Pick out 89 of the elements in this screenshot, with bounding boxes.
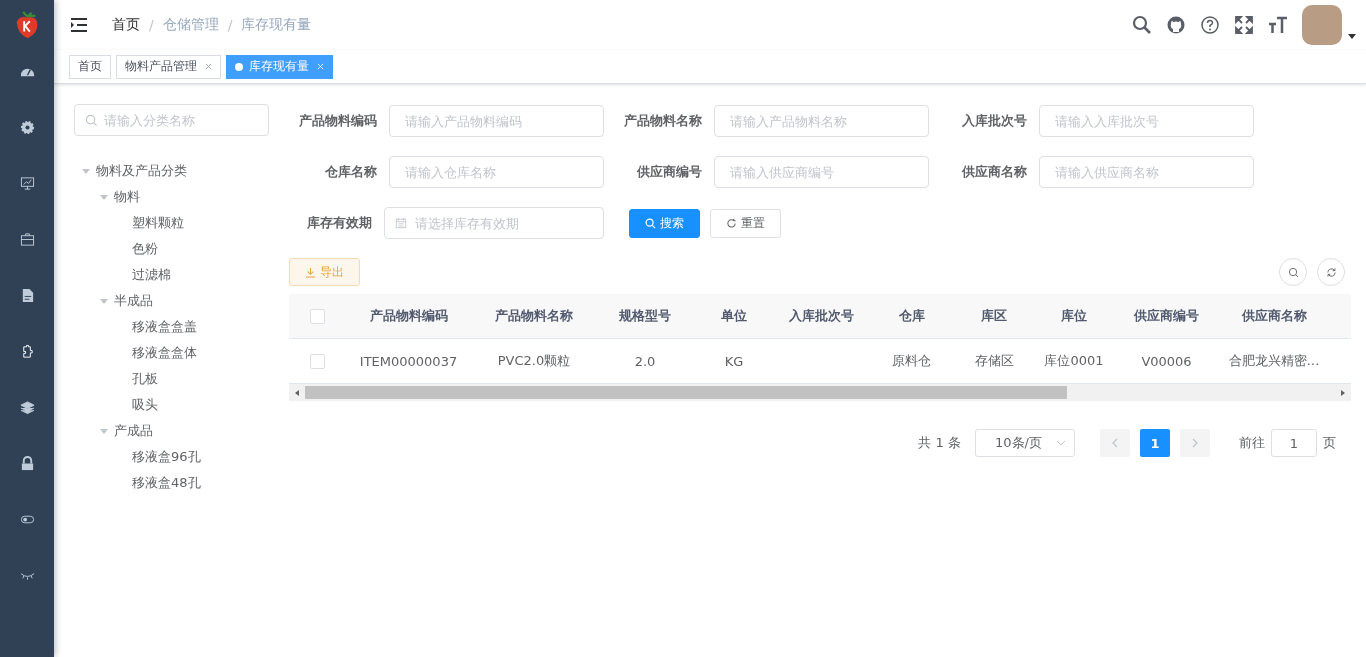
settings-icon[interactable] bbox=[19, 120, 35, 135]
tree-item[interactable]: 过滤棉 bbox=[110, 262, 269, 288]
goto-label: 前往 bbox=[1239, 434, 1265, 452]
table-cell: 库位0001 bbox=[1044, 352, 1104, 370]
column-header: 库位 bbox=[1061, 307, 1087, 325]
dot-icon bbox=[235, 62, 243, 71]
menu-icon[interactable] bbox=[70, 17, 88, 33]
help-icon[interactable] bbox=[1200, 15, 1220, 35]
scroll-right-icon[interactable] bbox=[1340, 389, 1346, 396]
tree-item[interactable]: 色粉 bbox=[110, 236, 269, 262]
tree-item[interactable]: 塑料颗粒 bbox=[110, 210, 269, 236]
breadcrumb-item[interactable]: 首页 bbox=[112, 16, 140, 34]
table-cell: 存储区 bbox=[974, 352, 1014, 370]
column-header: 单位 bbox=[721, 307, 747, 325]
github-icon[interactable] bbox=[1166, 15, 1186, 35]
field-label: 供应商名称 bbox=[960, 163, 1027, 181]
chevron-down-icon bbox=[1055, 440, 1066, 446]
lock-icon[interactable] bbox=[19, 456, 35, 471]
calendar-icon bbox=[395, 217, 407, 229]
tab[interactable]: 首页 bbox=[69, 54, 111, 79]
horizontal-scrollbar[interactable] bbox=[289, 384, 1351, 401]
toolbox-icon[interactable] bbox=[19, 232, 35, 247]
tree-item[interactable]: 移液盒48孔 bbox=[110, 470, 269, 496]
input-field[interactable]: 请输入供应商编号 bbox=[714, 156, 929, 188]
search-toggle-button[interactable] bbox=[1279, 258, 1307, 286]
search-field[interactable]: 请输入分类名称 bbox=[74, 104, 269, 136]
table-cell: KG bbox=[724, 353, 744, 369]
table-cell: PVC2.0颗粒 bbox=[497, 352, 571, 370]
tree-item[interactable]: 物料及产品分类 bbox=[74, 158, 269, 184]
search-icon[interactable] bbox=[1132, 15, 1152, 35]
table-cell: 2.0 bbox=[634, 353, 656, 369]
refresh-icon bbox=[1325, 266, 1337, 278]
field-label: 产品物料编码 bbox=[298, 112, 377, 130]
column-header: 供应商名称 bbox=[1241, 307, 1307, 325]
layers-icon[interactable] bbox=[19, 400, 35, 415]
tree-item[interactable]: 物料 bbox=[92, 184, 269, 210]
tree-item[interactable]: 移液盒96孔 bbox=[110, 444, 269, 470]
table-cell: 原料仓 bbox=[892, 352, 931, 370]
breadcrumb-item: 库存现有量 bbox=[241, 16, 312, 34]
breadcrumb-separator: / bbox=[227, 17, 233, 33]
table-cell: 合肥龙兴精密… bbox=[1228, 352, 1320, 370]
page-size-select[interactable]: 10条/页 bbox=[975, 429, 1075, 457]
tab[interactable]: 物料产品管理 bbox=[116, 54, 221, 79]
download-icon bbox=[305, 266, 316, 278]
column-header: 规格型号 bbox=[619, 307, 671, 325]
checkbox[interactable] bbox=[309, 353, 325, 369]
checkbox[interactable] bbox=[309, 308, 325, 324]
search-icon bbox=[645, 217, 656, 229]
input-field[interactable]: 请输入仓库名称 bbox=[389, 156, 604, 188]
field-label: 入库批次号 bbox=[961, 112, 1027, 130]
column-header: 仓库 bbox=[898, 307, 925, 325]
column-header: 产品物料编码 bbox=[369, 307, 448, 325]
tree-item[interactable]: 半成品 bbox=[92, 288, 269, 314]
chevron-right-icon bbox=[1192, 438, 1198, 448]
breadcrumb-separator: / bbox=[149, 17, 154, 33]
chevron-left-icon bbox=[1112, 438, 1118, 448]
column-header: 产品物料名称 bbox=[495, 307, 573, 325]
caret-icon[interactable] bbox=[1348, 33, 1356, 39]
total-count: 共 1 条 bbox=[918, 434, 961, 452]
input-field[interactable]: 请输入产品物料名称 bbox=[714, 105, 929, 137]
refresh-icon bbox=[726, 217, 737, 229]
search-icon bbox=[85, 114, 98, 127]
input-field[interactable]: 请输入入库批次号 bbox=[1039, 105, 1254, 137]
tree-item[interactable]: 移液盒盒盖 bbox=[110, 314, 269, 340]
table-cell: V00006 bbox=[1141, 353, 1192, 369]
field-label: 库存有效期 bbox=[306, 214, 372, 232]
fullscreen-icon[interactable] bbox=[1234, 15, 1254, 35]
column-header: 库区 bbox=[981, 307, 1007, 325]
font-size-icon[interactable] bbox=[1268, 15, 1288, 35]
tree-item[interactable]: 产成品 bbox=[92, 418, 269, 444]
input-field[interactable]: 请输入供应商名称 bbox=[1039, 156, 1254, 188]
monitor-icon[interactable] bbox=[19, 176, 35, 191]
table-cell: ITEM00000037 bbox=[359, 353, 458, 369]
page-number-field[interactable]: 1 bbox=[1271, 429, 1317, 457]
avatar-photo-placeholder[interactable] bbox=[1302, 5, 1342, 45]
field-label: 仓库名称 bbox=[324, 163, 377, 181]
tree-item[interactable]: 孔板 bbox=[110, 366, 269, 392]
input-field[interactable]: 请输入产品物料编码 bbox=[389, 105, 604, 137]
search-icon bbox=[1287, 266, 1299, 278]
field-label: 供应商编号 bbox=[635, 163, 702, 181]
field-label: 产品物料名称 bbox=[623, 112, 702, 130]
page-unit-label: 页 bbox=[1323, 434, 1336, 452]
reset-button[interactable]: 重置 bbox=[710, 208, 781, 238]
tree-item[interactable]: 移液盒盒体 bbox=[110, 340, 269, 366]
column-header: 供应商编号 bbox=[1134, 307, 1199, 325]
column-header: 入库批次号 bbox=[789, 307, 854, 325]
date-field[interactable]: 请选择库存有效期 bbox=[384, 207, 604, 239]
tree-item[interactable]: 吸头 bbox=[110, 392, 269, 418]
scroll-left-icon[interactable] bbox=[294, 389, 300, 396]
